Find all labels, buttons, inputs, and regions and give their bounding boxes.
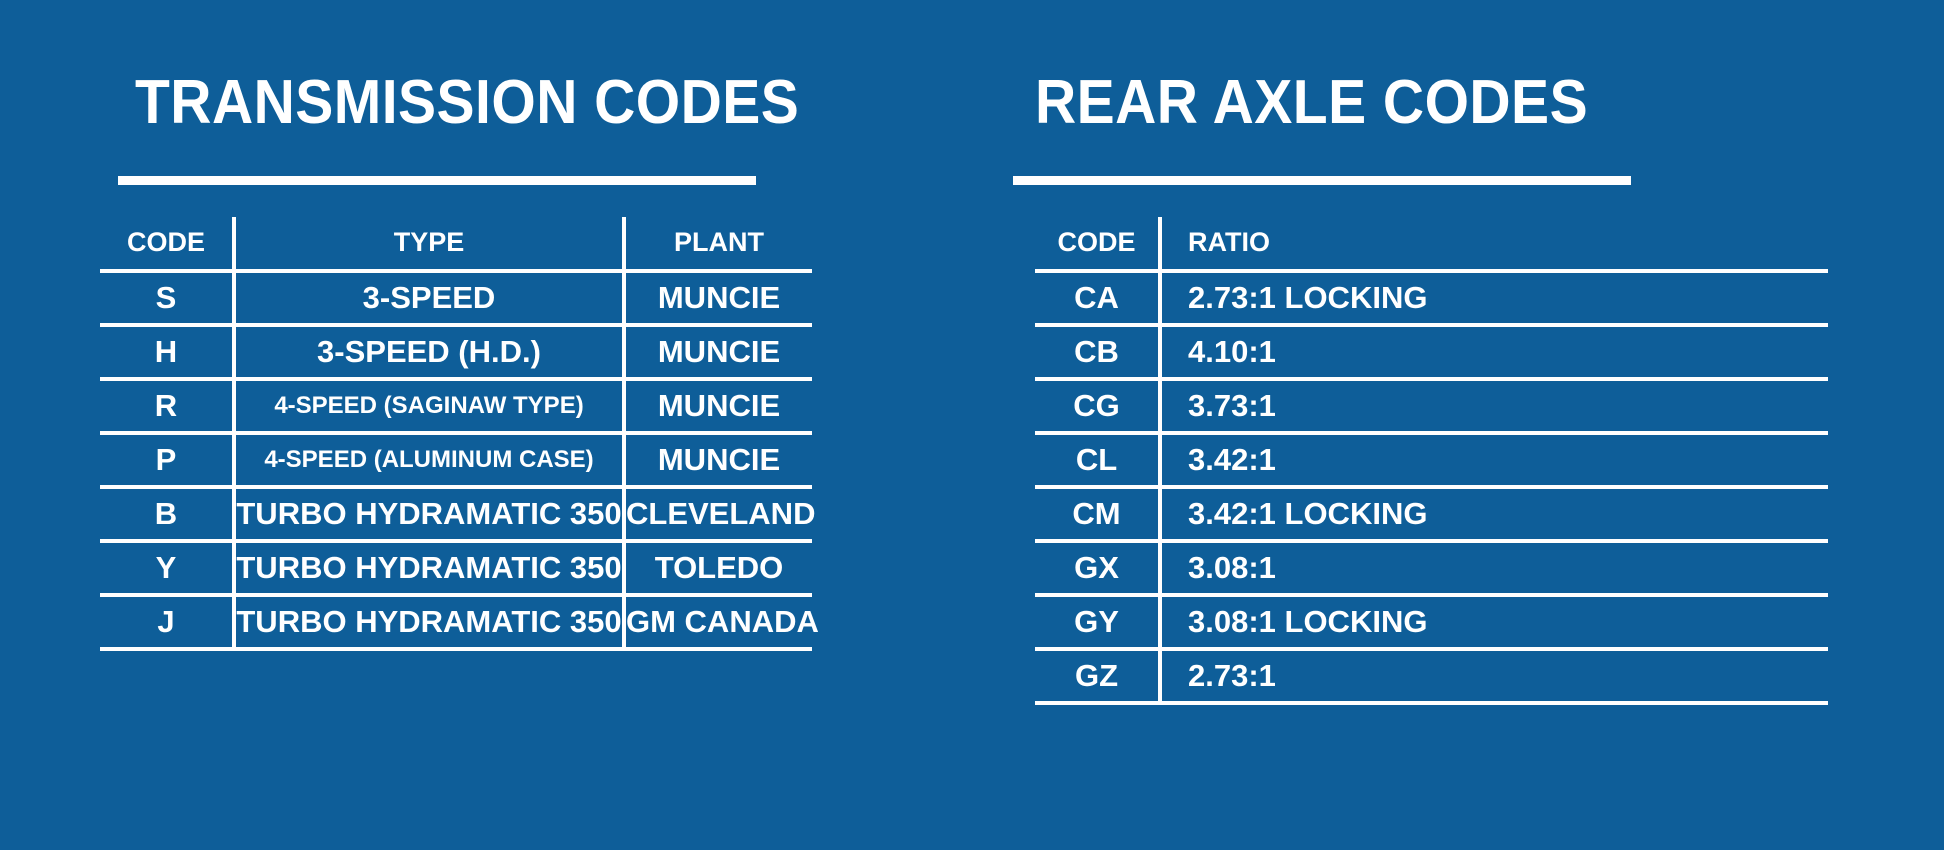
transmission-panel-title: TRANSMISSION CODES: [135, 68, 800, 137]
transmission-table-head: CODE TYPE PLANT: [100, 216, 812, 273]
transmission-codes-panel: TRANSMISSION CODES CODE TYPE PLANT S 3-S…: [100, 0, 840, 651]
transmission-header-code: CODE: [100, 216, 236, 273]
table-row: R 4-SPEED (SAGINAW TYPE) MUNCIE: [100, 378, 812, 435]
rear-axle-table-head: CODE RATIO: [1035, 216, 1828, 273]
rear-axle-codes-panel: REAR AXLE CODES CODE RATIO CA 2.73:1 LOC…: [1013, 0, 1835, 705]
transmission-cell-plant: MUNCIE: [624, 378, 812, 435]
table-row: CG 3.73:1: [1035, 378, 1828, 435]
rear-axle-cell-code: GX: [1035, 540, 1162, 597]
transmission-cell-plant: TOLEDO: [624, 540, 812, 597]
table-row: J TURBO HYDRAMATIC 350 GM CANADA: [100, 594, 819, 651]
rear-axle-title-underline: [1013, 175, 1631, 185]
transmission-cell-code: J: [100, 594, 236, 651]
rear-axle-header-row: CODE RATIO: [1035, 216, 1828, 273]
table-row: CM 3.42:1 LOCKING: [1035, 486, 1828, 543]
rear-axle-cell-ratio: 2.73:1 LOCKING: [1160, 270, 1828, 327]
transmission-table-body: S 3-SPEED MUNCIE H 3-SPEED (H.D.) MUNCIE…: [100, 270, 819, 651]
infographic-root: TRANSMISSION CODES CODE TYPE PLANT S 3-S…: [0, 0, 1944, 850]
transmission-cell-plant: MUNCIE: [624, 270, 812, 327]
table-row: S 3-SPEED MUNCIE: [100, 270, 812, 327]
transmission-cell-type: 3-SPEED (H.D.): [234, 324, 626, 381]
table-row: P 4-SPEED (ALUMINUM CASE) MUNCIE: [100, 432, 812, 489]
transmission-cell-plant: CLEVELAND: [624, 486, 815, 543]
transmission-header-plant: PLANT: [624, 216, 812, 273]
table-row: GY 3.08:1 LOCKING: [1035, 594, 1828, 651]
transmission-cell-plant: MUNCIE: [624, 432, 812, 489]
transmission-cell-code: P: [100, 432, 236, 489]
transmission-cell-plant: MUNCIE: [624, 324, 812, 381]
rear-axle-cell-code: CL: [1035, 432, 1162, 489]
rear-axle-panel-title: REAR AXLE CODES: [1035, 68, 1589, 137]
table-row: GX 3.08:1: [1035, 540, 1828, 597]
transmission-cell-type: 4-SPEED (ALUMINUM CASE): [234, 432, 626, 489]
transmission-cell-plant: GM CANADA: [624, 594, 819, 651]
rear-axle-cell-code: GY: [1035, 594, 1162, 651]
rear-axle-cell-ratio: 3.08:1: [1160, 540, 1828, 597]
rear-axle-cell-code: CM: [1035, 486, 1162, 543]
rear-axle-table-body: CA 2.73:1 LOCKING CB 4.10:1 CG 3.73:1 CL…: [1035, 270, 1828, 705]
rear-axle-cell-ratio: 2.73:1: [1160, 648, 1828, 705]
transmission-cell-type: TURBO HYDRAMATIC 350: [234, 594, 626, 651]
transmission-cell-code: H: [100, 324, 236, 381]
table-row: H 3-SPEED (H.D.) MUNCIE: [100, 324, 812, 381]
transmission-cell-code: B: [100, 486, 236, 543]
transmission-cell-type: TURBO HYDRAMATIC 350: [234, 486, 626, 543]
table-row: CB 4.10:1: [1035, 324, 1828, 381]
rear-axle-cell-code: CA: [1035, 270, 1162, 327]
transmission-header-type: TYPE: [234, 216, 626, 273]
transmission-cell-type: TURBO HYDRAMATIC 350: [234, 540, 626, 597]
transmission-title-underline: [118, 175, 756, 185]
table-row: CA 2.73:1 LOCKING: [1035, 270, 1828, 327]
transmission-cell-type: 3-SPEED: [234, 270, 626, 327]
rear-axle-codes-table: CODE RATIO CA 2.73:1 LOCKING CB 4.10:1 C…: [1035, 216, 1828, 705]
rear-axle-cell-ratio: 3.08:1 LOCKING: [1160, 594, 1828, 651]
table-row: CL 3.42:1: [1035, 432, 1828, 489]
table-row: B TURBO HYDRAMATIC 350 CLEVELAND: [100, 486, 815, 543]
transmission-cell-type: 4-SPEED (SAGINAW TYPE): [234, 378, 626, 435]
rear-axle-cell-code: CG: [1035, 378, 1162, 435]
rear-axle-cell-ratio: 3.42:1 LOCKING: [1160, 486, 1828, 543]
table-row: GZ 2.73:1: [1035, 648, 1828, 705]
rear-axle-header-ratio: RATIO: [1160, 216, 1828, 273]
rear-axle-cell-code: CB: [1035, 324, 1162, 381]
transmission-cell-code: Y: [100, 540, 236, 597]
table-row: Y TURBO HYDRAMATIC 350 TOLEDO: [100, 540, 812, 597]
transmission-cell-code: R: [100, 378, 236, 435]
transmission-codes-table: CODE TYPE PLANT S 3-SPEED MUNCIE H 3-SPE…: [100, 216, 819, 651]
rear-axle-cell-ratio: 3.73:1: [1160, 378, 1828, 435]
rear-axle-header-code: CODE: [1035, 216, 1162, 273]
rear-axle-cell-code: GZ: [1035, 648, 1162, 705]
transmission-cell-code: S: [100, 270, 236, 327]
transmission-header-row: CODE TYPE PLANT: [100, 216, 812, 273]
rear-axle-cell-ratio: 4.10:1: [1160, 324, 1828, 381]
rear-axle-cell-ratio: 3.42:1: [1160, 432, 1828, 489]
